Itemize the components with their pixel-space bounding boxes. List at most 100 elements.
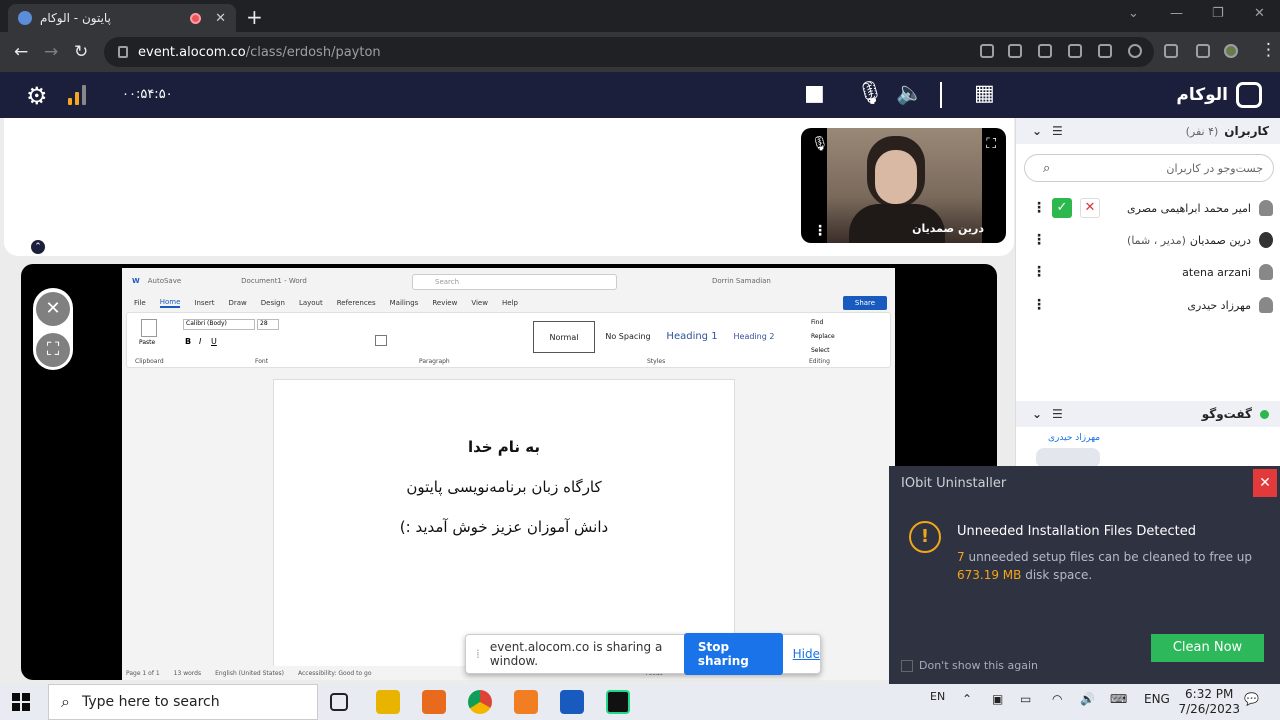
key-icon[interactable] (1008, 44, 1022, 58)
font-name-box[interactable]: Calibri (Body) (183, 319, 255, 330)
word-share-button[interactable]: Share (843, 296, 887, 310)
fullscreen-share-icon[interactable]: ⛶ (36, 333, 70, 367)
slides-app-icon[interactable] (514, 690, 538, 714)
battery-icon[interactable]: ▭ (1020, 692, 1031, 706)
italic-button[interactable]: I (199, 337, 201, 346)
settings-gear-icon[interactable]: ⚙ (26, 82, 48, 110)
new-tab-button[interactable]: + (246, 5, 263, 29)
reload-icon[interactable]: ↻ (74, 42, 88, 62)
webcam-options-icon[interactable]: ⋮ (813, 223, 827, 239)
user-options-icon[interactable]: ⋮ (1032, 297, 1046, 313)
style-heading-1[interactable]: Heading 1 (661, 321, 723, 353)
chat-panel-header[interactable]: گفت‌وگو ☰ ⌄ (1016, 401, 1280, 427)
notification-center-icon[interactable]: 💬 (1244, 692, 1259, 706)
file-explorer-icon[interactable] (376, 690, 400, 714)
user-row[interactable]: مهرزاد حیدری ⋮ (1016, 291, 1280, 319)
speaker-icon[interactable]: 🔈 (896, 81, 923, 106)
address-bar[interactable]: event.alocom.co /class/erdosh/payton (104, 37, 1154, 67)
menu-home[interactable]: Home (159, 298, 181, 308)
menu-help[interactable]: Help (502, 299, 518, 307)
profile-avatar[interactable] (1224, 44, 1238, 58)
iobit-close-button[interactable]: ✕ (1253, 469, 1277, 497)
user-options-icon[interactable]: ⋮ (1032, 200, 1046, 216)
close-share-icon[interactable]: ✕ (36, 292, 70, 326)
tray-chevron-icon[interactable]: ⌃ (962, 692, 972, 706)
users-filter-icon[interactable]: ☰ (1052, 124, 1063, 138)
font-size-box[interactable]: 28 (257, 319, 279, 330)
select-button[interactable]: Select (811, 347, 830, 354)
office-icon[interactable] (422, 690, 446, 714)
input-language-small[interactable]: EN (930, 690, 945, 703)
clean-now-button[interactable]: Clean Now (1151, 634, 1264, 662)
center-align-icon[interactable] (375, 335, 387, 346)
input-language[interactable]: ENG (1144, 692, 1170, 706)
webcam-tile[interactable]: 🎙 ⛶ ⋮ درین صمدیان (801, 128, 1006, 243)
menu-file[interactable]: File (134, 299, 146, 307)
user-row[interactable]: درین صمدیان (مدیر ، شما) ⋮ (1016, 226, 1280, 254)
style-heading-2[interactable]: Heading 2 (723, 321, 785, 353)
style-normal[interactable]: Normal (533, 321, 595, 353)
close-window-button[interactable]: ✕ (1254, 6, 1265, 21)
tray-app-icon[interactable]: ▣ (992, 692, 1003, 706)
menu-design[interactable]: Design (261, 299, 285, 307)
browser-menu-icon[interactable]: ⋮ (1260, 40, 1277, 60)
users-panel-header[interactable]: کاربران (۴ نفر) ☰ ⌄ (1016, 118, 1280, 144)
microphone-icon[interactable]: 🎙 (856, 81, 884, 106)
bold-button[interactable]: B (185, 337, 191, 346)
hide-button[interactable]: Hide (793, 647, 820, 661)
approve-button[interactable]: ✓ (1052, 198, 1072, 218)
find-button[interactable]: Find (811, 319, 823, 326)
chrome-icon[interactable] (468, 690, 492, 714)
webcam-fullscreen-icon[interactable]: ⛶ (986, 136, 996, 152)
drag-handle-icon[interactable]: ⁞ (476, 647, 480, 661)
wifi-icon[interactable]: ◠ (1052, 692, 1062, 706)
menu-mailings[interactable]: Mailings (390, 299, 419, 307)
dont-show-checkbox[interactable]: Don't show this again (901, 659, 1038, 672)
menu-review[interactable]: Review (432, 299, 457, 307)
style-no-spacing[interactable]: No Spacing (597, 321, 659, 353)
browser-tab[interactable]: پایتون - الوکام ✕ (8, 4, 236, 32)
side-panel-icon[interactable] (1196, 44, 1210, 58)
layout-grid-icon[interactable]: ▦ (974, 81, 995, 106)
camera-icon[interactable]: ■ (804, 81, 825, 106)
users-search-input[interactable]: جست‌وجو در کاربران ⌕ (1024, 154, 1274, 182)
word-icon[interactable] (560, 690, 584, 714)
webcam-mic-icon[interactable]: 🎙 (811, 136, 829, 152)
install-icon[interactable] (1038, 44, 1052, 58)
user-options-icon[interactable]: ⋮ (1032, 264, 1046, 280)
menu-draw[interactable]: Draw (228, 299, 246, 307)
taskbar-clock[interactable]: 6:32 PM 7/26/2023 (1178, 687, 1240, 717)
word-search-box[interactable]: Search (412, 274, 617, 290)
menu-insert[interactable]: Insert (194, 299, 214, 307)
chat-filter-icon[interactable]: ☰ (1052, 407, 1063, 421)
autosave-label[interactable]: AutoSave (148, 277, 181, 285)
menu-layout[interactable]: Layout (299, 299, 323, 307)
back-icon[interactable]: ← (14, 42, 28, 62)
paste-icon[interactable] (141, 319, 157, 337)
keyboard-icon[interactable]: ⌨ (1110, 692, 1127, 706)
forward-icon[interactable]: → (44, 42, 58, 62)
user-row[interactable]: atena arzani ⋮ (1016, 258, 1280, 286)
pycharm-icon[interactable] (606, 690, 630, 714)
volume-icon[interactable]: 🔊 (1080, 692, 1095, 706)
camera-permission-icon[interactable] (980, 44, 994, 58)
underline-button[interactable]: U (211, 337, 217, 346)
checkbox-box[interactable] (901, 659, 913, 672)
reject-button[interactable]: ✕ (1080, 198, 1100, 218)
windows-start-icon[interactable] (12, 693, 30, 711)
restore-button[interactable]: ❐ (1212, 6, 1224, 21)
collapse-panel-button[interactable]: ⌃ (31, 240, 45, 254)
menu-view[interactable]: View (471, 299, 488, 307)
users-collapse-icon[interactable]: ⌄ (1032, 124, 1042, 138)
menu-references[interactable]: References (337, 299, 376, 307)
task-view-icon[interactable] (330, 693, 348, 711)
stop-sharing-button[interactable]: Stop sharing (683, 633, 783, 675)
user-options-icon[interactable]: ⋮ (1032, 232, 1046, 248)
close-tab-icon[interactable]: ✕ (215, 11, 226, 26)
tab-search-icon[interactable]: ⌄ (1128, 6, 1139, 21)
translate-icon[interactable] (1068, 44, 1082, 58)
taskbar-search[interactable]: ⌕ Type here to search (48, 684, 318, 720)
bookmark-star-icon[interactable] (1128, 44, 1142, 58)
replace-button[interactable]: Replace (811, 333, 835, 340)
share-icon[interactable] (1098, 44, 1112, 58)
